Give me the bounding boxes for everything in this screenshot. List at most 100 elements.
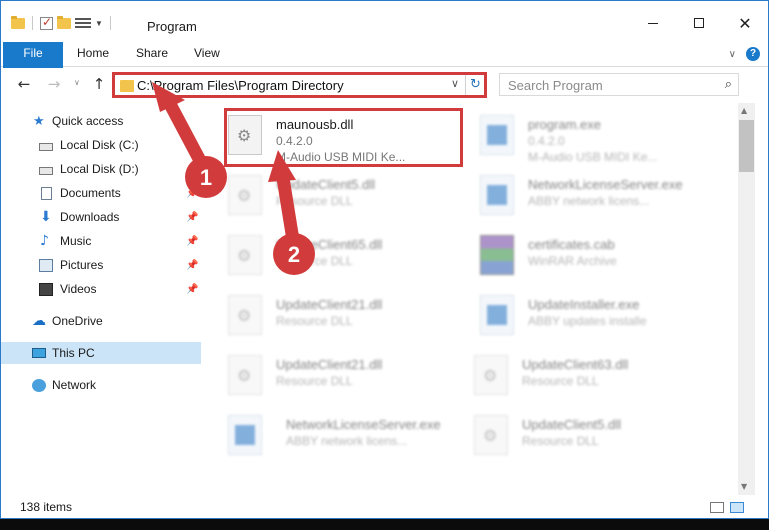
star-icon: ★ bbox=[33, 113, 45, 129]
details-view-icon[interactable] bbox=[710, 502, 724, 513]
search-box[interactable]: Search Program ⌕ bbox=[499, 73, 739, 96]
file-name: UpdateInstaller.exe bbox=[528, 297, 640, 312]
dll-file-icon bbox=[228, 235, 262, 275]
folder-icon bbox=[11, 15, 25, 29]
file-item[interactable]: UpdateClient5.dll Resource DLL bbox=[228, 171, 468, 221]
address-path[interactable]: C:\Program Files\Program Directory bbox=[137, 78, 344, 93]
file-item[interactable]: UpdateClient65.dll Resource DLL bbox=[228, 231, 468, 281]
scroll-up-icon[interactable]: ▲ bbox=[741, 106, 747, 115]
dll-file-icon bbox=[228, 355, 262, 395]
address-bar[interactable]: C:\Program Files\Program Directory ∨ ↻ bbox=[112, 72, 487, 98]
file-name: UpdateClient21.dll bbox=[276, 297, 383, 312]
search-icon[interactable]: ⌕ bbox=[725, 77, 732, 92]
sidebar-item-label: This PC bbox=[52, 346, 95, 360]
sidebar-item-label: Local Disk (D:) bbox=[60, 162, 139, 176]
sidebar-item-music[interactable]: ♪ Music 📌 bbox=[1, 230, 201, 252]
highlight-box bbox=[224, 108, 463, 167]
tab-home[interactable]: Home bbox=[77, 42, 109, 65]
minimize-icon bbox=[648, 22, 658, 24]
sidebar-item-videos[interactable]: Videos 📌 bbox=[1, 278, 201, 300]
file-name: certificates.cab bbox=[528, 237, 615, 252]
properties-check-icon[interactable] bbox=[40, 15, 53, 30]
close-button[interactable]: ✕ bbox=[722, 9, 768, 37]
sidebar-item-label: Music bbox=[60, 234, 92, 248]
pin-icon[interactable]: 📌 bbox=[186, 236, 198, 247]
pin-icon[interactable]: 📌 bbox=[186, 188, 198, 199]
file-item[interactable]: UpdateInstaller.exe ABBY updates install… bbox=[480, 291, 720, 341]
scrollbar-thumb[interactable] bbox=[739, 120, 754, 172]
sidebar-item-this-pc[interactable]: This PC bbox=[1, 342, 201, 364]
quick-access-toolbar: ▼ bbox=[11, 15, 114, 30]
file-description: Resource DLL bbox=[276, 254, 353, 268]
new-folder-icon[interactable] bbox=[57, 15, 71, 29]
up-button[interactable]: ↑ bbox=[90, 75, 108, 93]
properties-icon[interactable] bbox=[75, 17, 91, 29]
search-input[interactable]: Search Program bbox=[508, 78, 603, 93]
file-item[interactable]: NetworkLicenseServer.exe ABBY network li… bbox=[228, 411, 468, 461]
divider bbox=[32, 16, 33, 30]
music-icon: ♪ bbox=[40, 232, 49, 249]
tiles-view-icon[interactable] bbox=[730, 502, 744, 513]
sidebar-item-network[interactable]: Network bbox=[1, 374, 201, 396]
vertical-scrollbar[interactable]: ▲ ▼ bbox=[738, 103, 755, 495]
sidebar-item-pictures[interactable]: Pictures 📌 bbox=[1, 254, 201, 276]
window-title: Program bbox=[147, 19, 197, 34]
file-item[interactable]: UpdateClient5.dll Resource DLL bbox=[474, 411, 714, 461]
tab-view[interactable]: View bbox=[194, 42, 220, 65]
scroll-down-icon[interactable]: ▼ bbox=[741, 482, 747, 491]
downloads-icon: ⬇ bbox=[40, 208, 52, 225]
file-item[interactable]: program.exe 0.4.2.0 M-Audio USB MIDI Ke.… bbox=[480, 111, 720, 164]
file-name: UpdateClient5.dll bbox=[276, 177, 376, 192]
drive-icon bbox=[39, 166, 53, 175]
ribbon-right: ∨ ? bbox=[729, 47, 760, 61]
file-description: ABBY network licens... bbox=[286, 434, 408, 448]
customize-toolbar-chevron-icon[interactable]: ▼ bbox=[95, 19, 103, 28]
taskbar-edge bbox=[0, 519, 769, 530]
dll-file-icon bbox=[474, 415, 508, 455]
maximize-button[interactable] bbox=[676, 9, 722, 37]
file-item[interactable]: NetworkLicenseServer.exe ABBY network li… bbox=[480, 171, 720, 221]
sidebar-item-onedrive[interactable]: ☁ OneDrive bbox=[1, 310, 201, 332]
address-dropdown-chevron-icon[interactable]: ∨ bbox=[451, 77, 459, 90]
minimize-button[interactable] bbox=[630, 9, 676, 37]
sidebar-item-label: Local Disk (C:) bbox=[60, 138, 139, 152]
sidebar-item-downloads[interactable]: ⬇ Downloads 📌 bbox=[1, 206, 201, 228]
file-description: Resource DLL bbox=[276, 194, 353, 208]
sidebar-item-local-disk-d[interactable]: Local Disk (D:) bbox=[1, 158, 201, 180]
exe-file-icon bbox=[228, 415, 262, 455]
sidebar-item-documents[interactable]: Documents 📌 bbox=[1, 182, 201, 204]
folder-icon bbox=[120, 80, 134, 92]
title-bar: ▼ Program ✕ bbox=[1, 1, 768, 39]
dll-file-icon bbox=[228, 175, 262, 215]
back-button[interactable]: ← bbox=[15, 75, 33, 93]
sidebar-item-label: Network bbox=[52, 378, 97, 392]
pc-icon bbox=[32, 348, 46, 358]
sidebar-item-local-disk-c[interactable]: Local Disk (C:) bbox=[1, 134, 201, 156]
exe-file-icon bbox=[480, 175, 514, 215]
file-item[interactable]: UpdateClient21.dll Resource DLL bbox=[228, 291, 468, 341]
item-count: 138 items bbox=[20, 500, 73, 514]
expand-ribbon-chevron-icon[interactable]: ∨ bbox=[729, 49, 736, 60]
sidebar-item-quick-access[interactable]: ★ Quick access bbox=[1, 110, 201, 132]
file-item[interactable]: certificates.cab WinRAR Archive bbox=[480, 231, 720, 281]
navigation-bar: ← → ∨ ↑ C:\Program Files\Program Directo… bbox=[1, 68, 768, 102]
refresh-button[interactable]: ↻ bbox=[465, 75, 485, 95]
tab-share[interactable]: Share bbox=[136, 42, 168, 65]
file-name: UpdateClient5.dll bbox=[522, 417, 622, 432]
file-name: program.exe bbox=[528, 117, 601, 132]
file-item[interactable]: UpdateClient21.dll Resource DLL bbox=[228, 351, 468, 401]
file-item[interactable]: UpdateClient63.dll Resource DLL bbox=[474, 351, 714, 401]
archive-file-icon bbox=[480, 235, 514, 275]
forward-button[interactable]: → bbox=[45, 75, 63, 93]
file-list: maunousb.dll 0.4.2.0 M-Audio USB MIDI Ke… bbox=[204, 103, 738, 493]
status-bar: 138 items bbox=[1, 495, 768, 518]
pin-icon[interactable]: 📌 bbox=[186, 260, 198, 271]
pin-icon[interactable]: 📌 bbox=[186, 284, 198, 295]
sidebar-item-label: Documents bbox=[60, 186, 121, 200]
divider bbox=[109, 16, 111, 30]
help-icon[interactable]: ? bbox=[746, 47, 760, 61]
pin-icon[interactable]: 📌 bbox=[186, 212, 198, 223]
exe-file-icon bbox=[480, 295, 514, 335]
file-name: NetworkLicenseServer.exe bbox=[286, 417, 441, 432]
recent-locations-chevron-icon[interactable]: ∨ bbox=[74, 78, 80, 87]
